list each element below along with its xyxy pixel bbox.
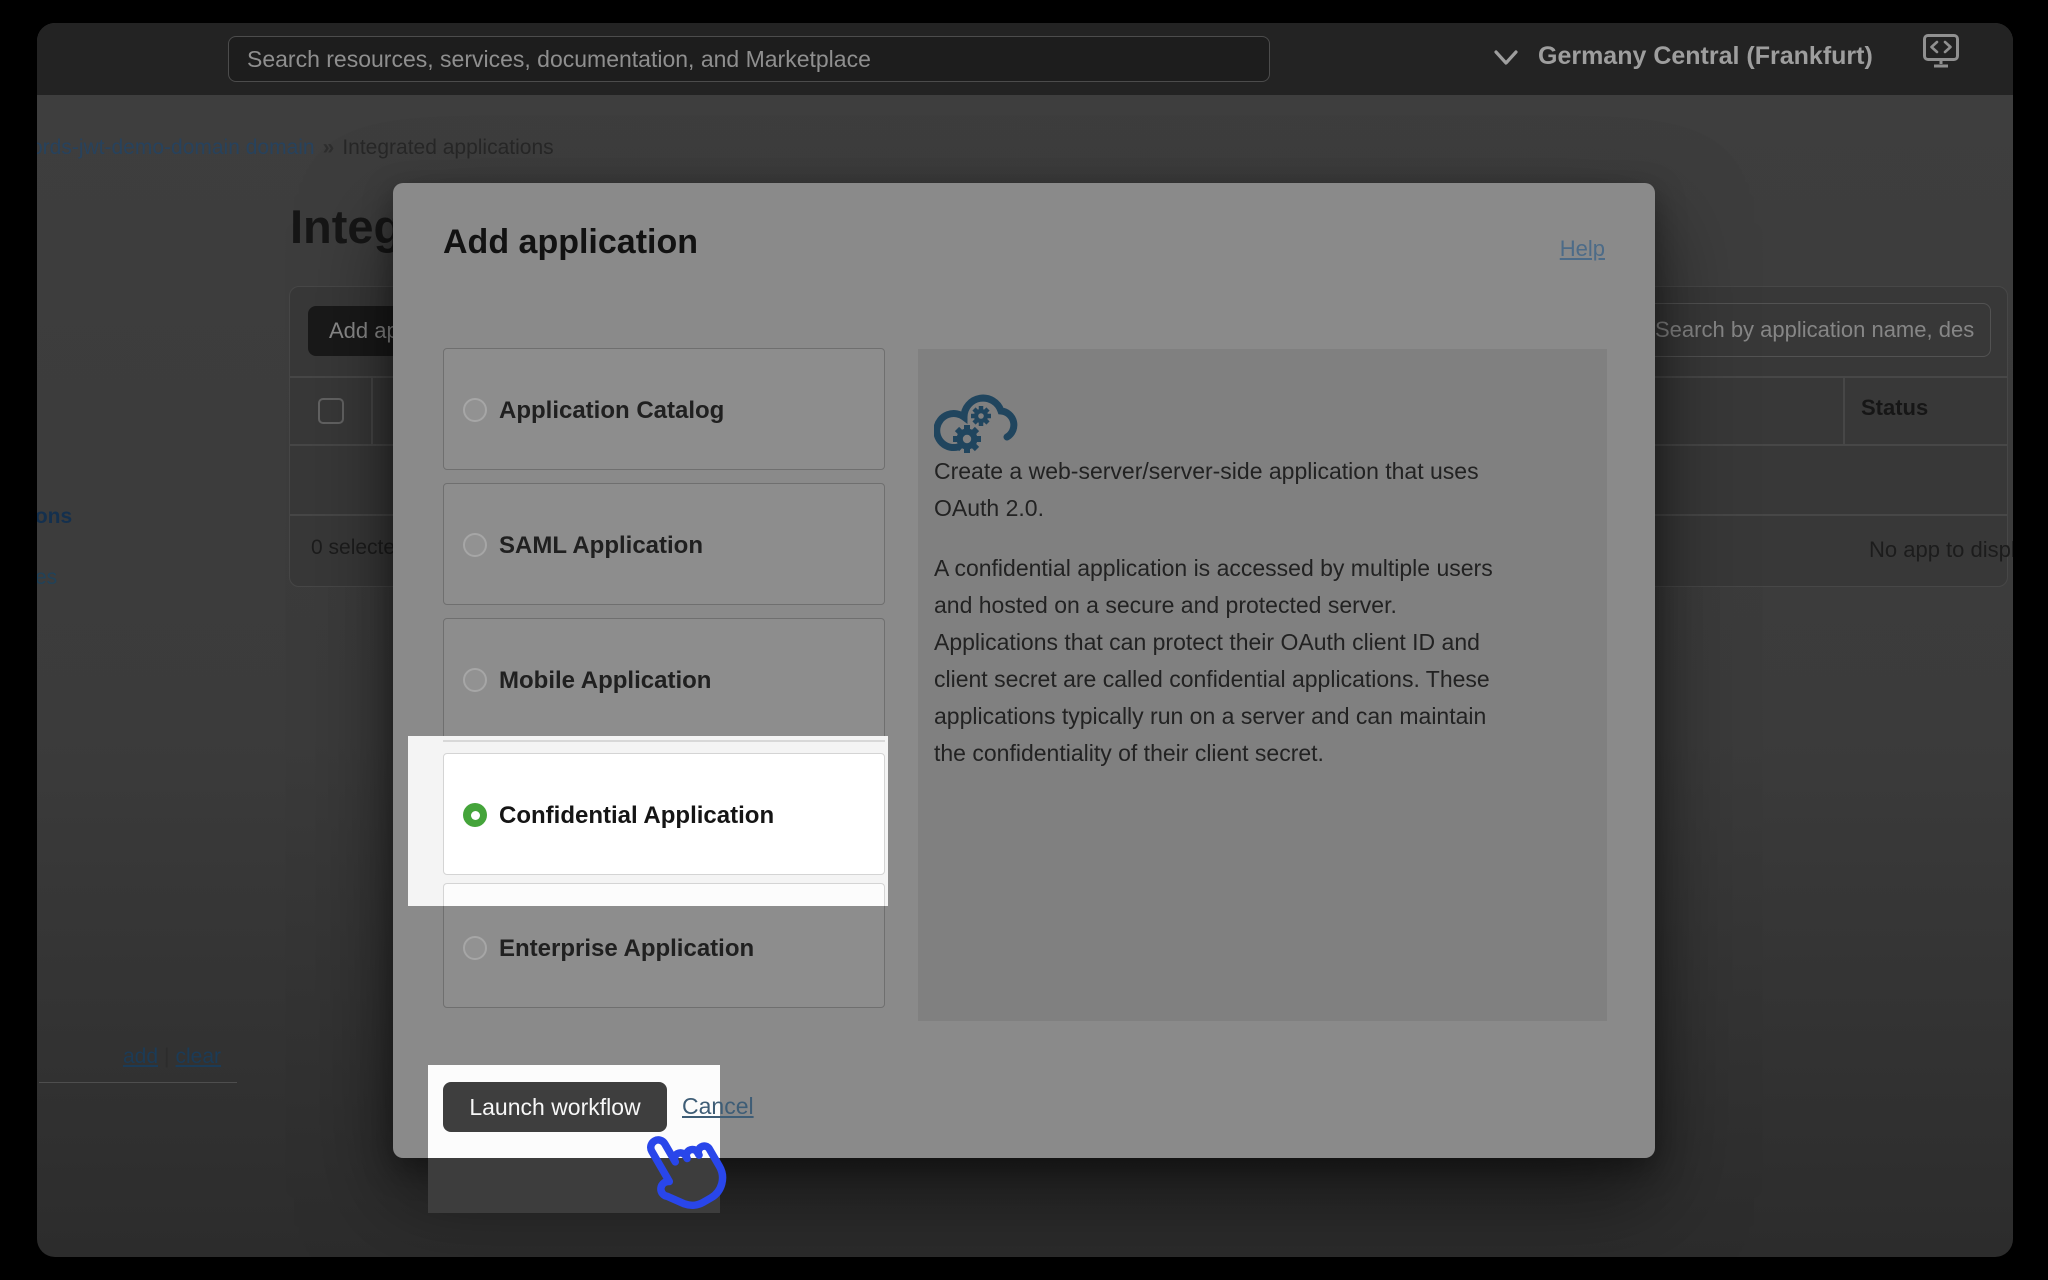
footer-highlight-backdrop xyxy=(428,1158,720,1213)
table-column-divider xyxy=(371,376,373,444)
option-saml-application[interactable]: SAML Application xyxy=(443,483,885,605)
breadcrumb: ords-jwt-demo-domain domain»Integrated a… xyxy=(37,136,554,160)
breadcrumb-current: Integrated applications xyxy=(342,136,553,159)
sidebar-divider xyxy=(39,1082,237,1083)
option-label: Application Catalog xyxy=(499,397,724,425)
table-search-input[interactable] xyxy=(1639,303,1991,357)
breadcrumb-separator: » xyxy=(315,136,343,159)
radio-unselected-icon[interactable] xyxy=(463,398,487,422)
radio-unselected-icon[interactable] xyxy=(463,936,487,960)
top-navigation-bar: Germany Central (Frankfurt) xyxy=(37,23,2013,95)
dialog-title: Add application xyxy=(443,223,698,262)
option-application-catalog[interactable]: Application Catalog xyxy=(443,348,885,470)
option-label: SAML Application xyxy=(499,532,703,560)
add-application-dialog: Add application Help Application Catalog… xyxy=(393,183,1655,1158)
tag-filters-links: add|clear xyxy=(123,1045,221,1069)
option-label: Mobile Application xyxy=(499,667,711,695)
option-label: Enterprise Application xyxy=(499,935,754,963)
cloud-gears-icon xyxy=(934,377,1024,461)
launch-workflow-button[interactable]: Launch workflow xyxy=(443,1082,667,1132)
tag-filter-clear-link[interactable]: clear xyxy=(176,1045,222,1068)
next-card-top-sliver xyxy=(443,883,885,906)
sidebar-item-fragment[interactable]: es xyxy=(37,566,57,590)
cancel-link[interactable]: Cancel xyxy=(682,1093,754,1120)
screenshot-stage: Germany Central (Frankfurt) ords-jwt-dem… xyxy=(0,0,2048,1280)
select-all-checkbox[interactable] xyxy=(318,398,344,424)
small-gear xyxy=(971,406,991,426)
large-gear xyxy=(953,425,981,453)
console-window: Germany Central (Frankfurt) ords-jwt-dem… xyxy=(37,23,2013,1257)
spotlight-confidential-option: Confidential Application xyxy=(408,736,888,906)
table-empty-message: No app to display xyxy=(1869,537,2013,563)
tag-filter-separator: | xyxy=(158,1045,175,1068)
option-description-panel: Create a web-server/server-side applicat… xyxy=(918,349,1607,1021)
global-search-input[interactable] xyxy=(228,36,1270,82)
description-body: A confidential application is accessed b… xyxy=(934,550,1594,772)
option-label: Confidential Application xyxy=(499,802,774,830)
option-mobile-application[interactable]: Mobile Application xyxy=(443,618,885,740)
chevron-down-icon[interactable] xyxy=(1493,49,1519,67)
option-confidential-application[interactable]: Confidential Application xyxy=(443,753,885,875)
spotlight-dialog-footer: Launch workflow Cancel xyxy=(428,1065,720,1213)
description-intro: Create a web-server/server-side applicat… xyxy=(934,453,1594,527)
status-column-header[interactable]: Status xyxy=(1861,395,1928,421)
previous-card-border xyxy=(443,740,885,742)
developer-tools-monitor-icon[interactable] xyxy=(1922,33,1960,69)
radio-unselected-icon[interactable] xyxy=(463,533,487,557)
radio-unselected-icon[interactable] xyxy=(463,668,487,692)
region-selector[interactable]: Germany Central (Frankfurt) xyxy=(1538,42,1873,71)
help-link[interactable]: Help xyxy=(1560,236,1605,262)
table-column-divider xyxy=(1843,376,1845,444)
tag-filter-add-link[interactable]: add xyxy=(123,1045,158,1068)
radio-selected-icon[interactable] xyxy=(463,803,487,827)
breadcrumb-domain-link[interactable]: ords-jwt-demo-domain domain xyxy=(37,136,315,159)
sidebar-item-active-fragment[interactable]: ions xyxy=(37,505,72,529)
